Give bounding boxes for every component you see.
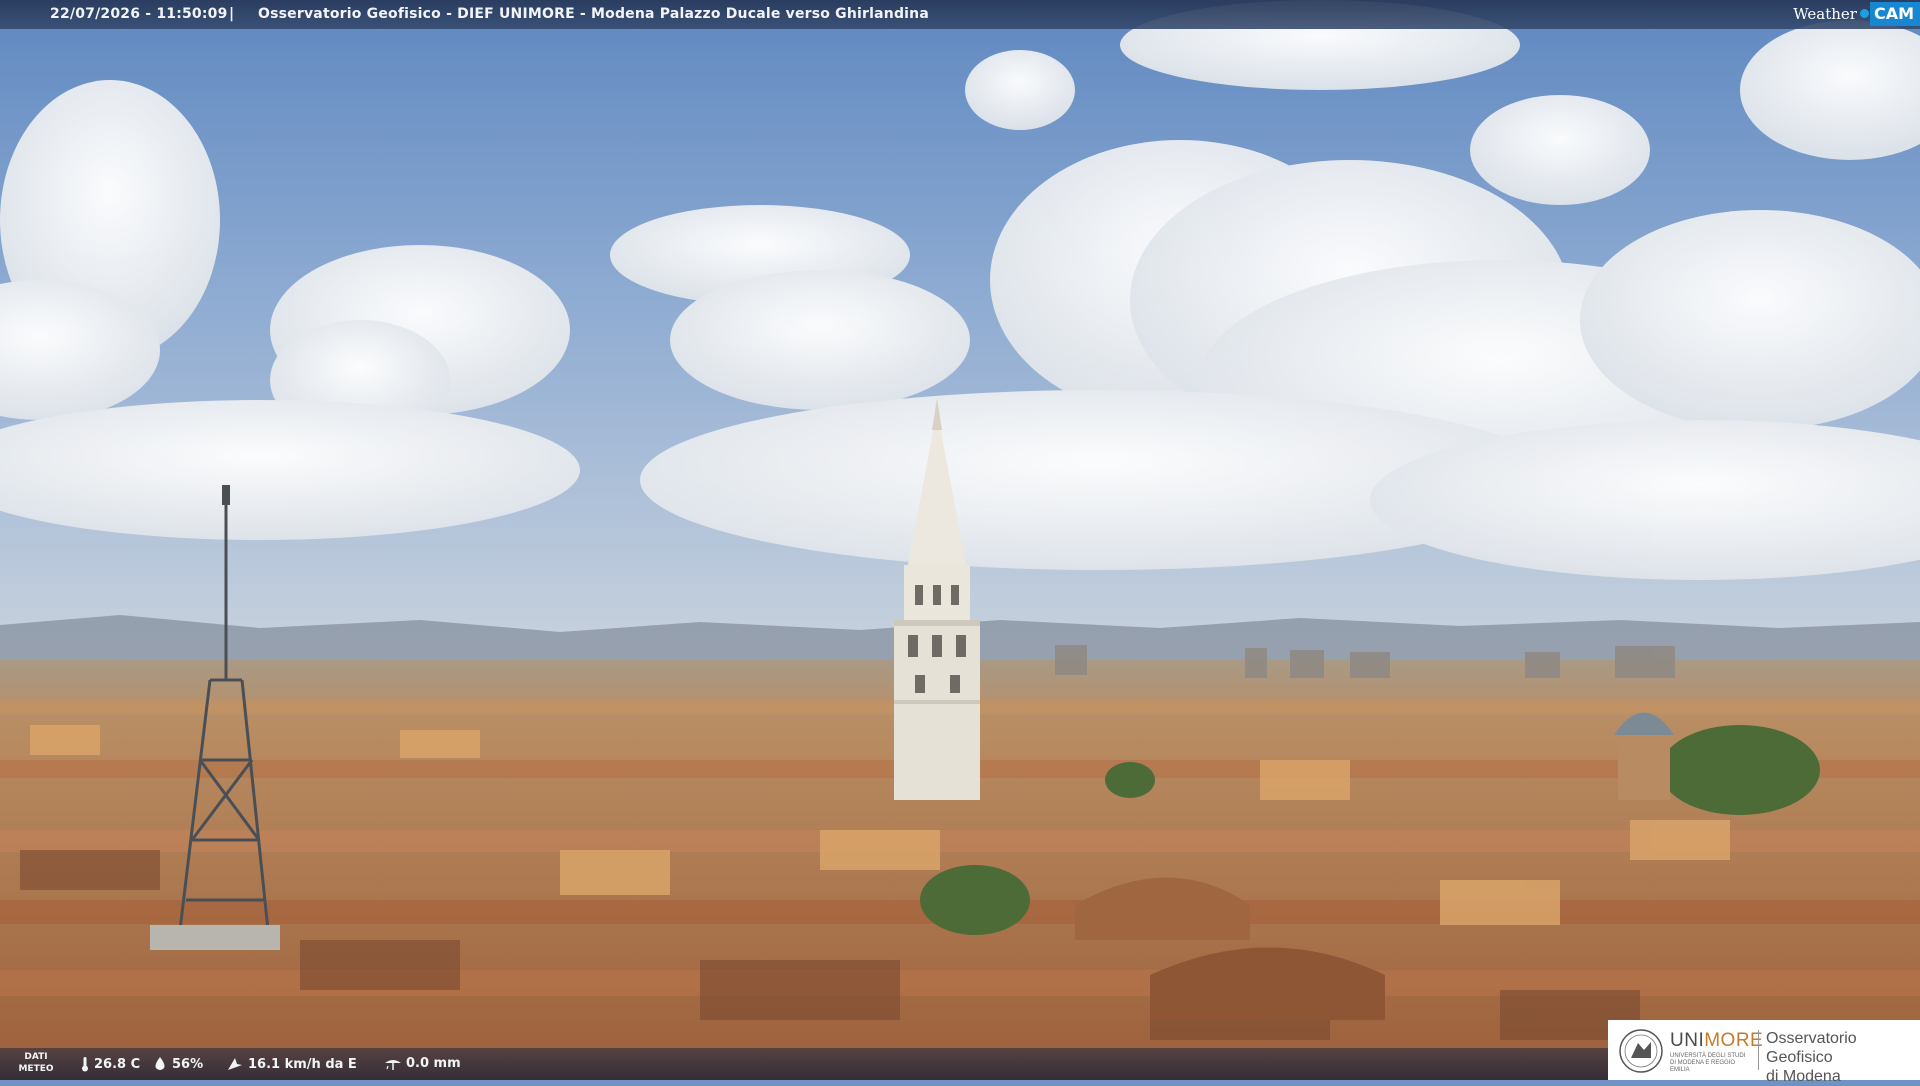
thermometer-icon — [82, 1057, 88, 1072]
rain-reading: 0.0 mm — [384, 1056, 461, 1071]
title-separator: | — [229, 6, 235, 22]
university-seal-icon — [1619, 1029, 1663, 1073]
wind-icon — [228, 1058, 242, 1070]
meteo-label: DATI METEO — [18, 1051, 54, 1075]
unimore-wordmark-uni: UNI — [1670, 1030, 1705, 1051]
camera-title: Osservatorio Geofisico - DIEF UNIMORE - … — [258, 6, 929, 22]
wind-value: 16.1 km/h da E — [248, 1056, 357, 1072]
unimore-subtitle: UNIVERSITÀ DEGLI STUDI DI MODENA E REGGI… — [1670, 1053, 1746, 1073]
meteo-overlay-bar: DATI METEO 26.8 C 56% 16.1 km/h da E 0.0… — [0, 1048, 1608, 1080]
unimore-wordmark: UNIMORE — [1670, 1030, 1763, 1052]
wind-reading: 16.1 km/h da E — [226, 1056, 357, 1072]
rain-value: 0.0 mm — [406, 1056, 461, 1071]
weathercam-brand-right: CAM — [1869, 1, 1920, 26]
temperature-reading: 26.8 C — [80, 1056, 140, 1072]
unimore-wordmark-more: MORE — [1704, 1030, 1764, 1051]
temperature-value: 26.8 C — [94, 1056, 141, 1072]
meteo-label-line1: DATI — [24, 1052, 48, 1062]
rain-gauge-icon — [385, 1059, 401, 1070]
meteo-label-line2: METEO — [18, 1064, 54, 1074]
info-overlay-bar: 22/07/2026 - 11:50:09 | Osservatorio Geo… — [0, 0, 1920, 29]
humidity-drop-icon — [155, 1057, 165, 1070]
observatory-name: Osservatorio Geofisico di Modena — [1766, 1029, 1920, 1086]
logo-divider — [1758, 1030, 1759, 1070]
timestamp: 22/07/2026 - 11:50:09 — [50, 6, 228, 22]
humidity-reading: 56% — [152, 1056, 203, 1072]
weathercam-dot-icon — [1859, 9, 1869, 18]
city-panorama-image — [0, 0, 1920, 1080]
unimore-logo-panel: UNIMORE UNIVERSITÀ DEGLI STUDI DI MODENA… — [1608, 1020, 1920, 1085]
weathercam-brand-left: Weather — [1793, 4, 1857, 23]
weathercam-logo: Weather CAM — [1793, 0, 1920, 27]
humidity-value: 56% — [172, 1056, 204, 1072]
observatory-name-line1: Osservatorio Geofisico — [1766, 1030, 1857, 1066]
observatory-name-line2: di Modena — [1766, 1068, 1841, 1085]
